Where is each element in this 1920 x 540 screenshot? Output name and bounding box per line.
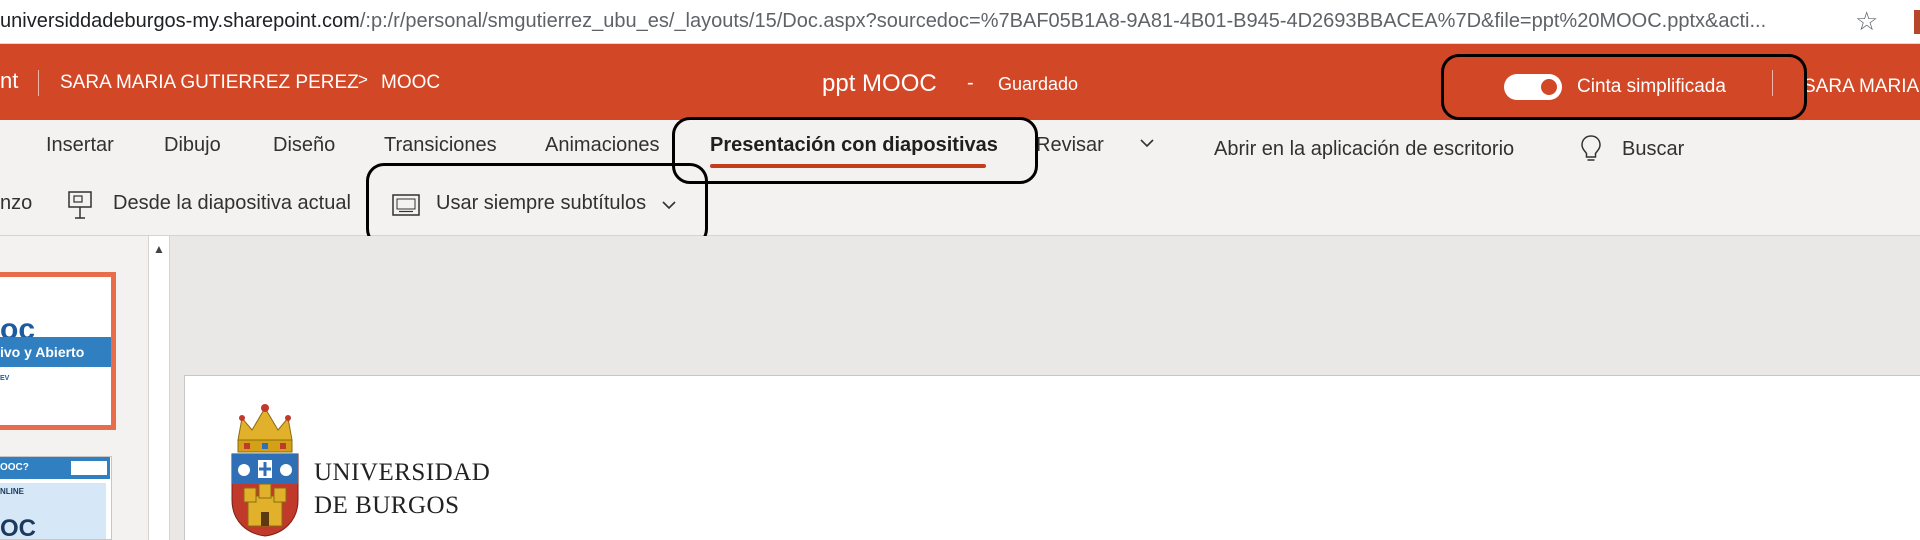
account-name[interactable]: SARA MARIA <box>1803 76 1919 98</box>
document-title[interactable]: ppt MOOC <box>822 70 937 98</box>
tab-animations[interactable]: Animaciones <box>545 134 660 157</box>
tab-insert[interactable]: Insertar <box>46 134 114 157</box>
browser-address-bar[interactable]: universiddadeburgos-my.sharepoint.com/:p… <box>0 0 1920 44</box>
thumbnail-scrollbar[interactable] <box>148 236 170 540</box>
url-text[interactable]: universiddadeburgos-my.sharepoint.com/:p… <box>0 10 1835 33</box>
thumbnail-online-text: NLINE <box>0 487 24 496</box>
lightbulb-icon[interactable] <box>1580 134 1602 164</box>
university-crest-icon <box>231 404 299 537</box>
highlight-simplified-ribbon <box>1441 54 1807 120</box>
highlight-slideshow-tab <box>672 117 1038 184</box>
open-in-desktop-button[interactable]: Abrir en la aplicación de escritorio <box>1214 138 1514 161</box>
app-name[interactable]: nt <box>0 68 18 94</box>
search-button[interactable]: Buscar <box>1622 138 1684 161</box>
tab-review[interactable]: Revisar <box>1036 134 1104 157</box>
save-status: Guardado <box>998 74 1079 94</box>
thumbnail-title: OOC? <box>0 462 29 473</box>
slide-thumbnail-2[interactable]: OOC? NLINE OC <box>0 456 112 540</box>
url-path: /:p:/r/personal/smgutierrez_ubu_es/_layo… <box>359 10 1767 32</box>
thumbnail-big-text: OC <box>0 515 36 540</box>
extension-icon[interactable] <box>1914 10 1920 34</box>
chevron-down-icon[interactable] <box>1138 134 1156 157</box>
tab-draw[interactable]: Dibujo <box>164 134 221 157</box>
header-divider <box>38 70 39 96</box>
thumbnail-band: ivo y Abierto <box>0 337 111 367</box>
breadcrumb-folder[interactable]: MOOC <box>381 72 440 94</box>
university-name-line1: UNIVERSIDAD <box>314 459 491 486</box>
university-name-line2: DE BURGOS <box>314 492 460 519</box>
breadcrumb-chevron-icon: > <box>358 70 368 89</box>
slide-thumbnail-1[interactable]: oc ivo y Abierto EV <box>0 272 116 430</box>
url-host: universiddadeburgos-my.sharepoint.com <box>0 10 360 32</box>
highlight-subtitles-button <box>366 163 708 247</box>
star-icon[interactable]: ☆ <box>1855 6 1878 37</box>
from-beginning-button[interactable]: nzo <box>0 192 32 215</box>
thumbnail-caption: EV <box>0 375 10 382</box>
title-separator: - <box>967 72 974 94</box>
from-current-slide-button[interactable]: Desde la diapositiva actual <box>113 192 351 215</box>
thumbnail-logo <box>71 461 107 475</box>
breadcrumb-user[interactable]: SARA MARIA GUTIERREZ PEREZ <box>60 72 359 94</box>
tab-transitions[interactable]: Transiciones <box>384 134 497 157</box>
tab-design[interactable]: Diseño <box>273 134 335 157</box>
university-name: UNIVERSIDAD DE BURGOS <box>314 456 490 522</box>
presentation-icon[interactable] <box>66 190 94 220</box>
scroll-up-button[interactable]: ▲ <box>150 238 168 260</box>
